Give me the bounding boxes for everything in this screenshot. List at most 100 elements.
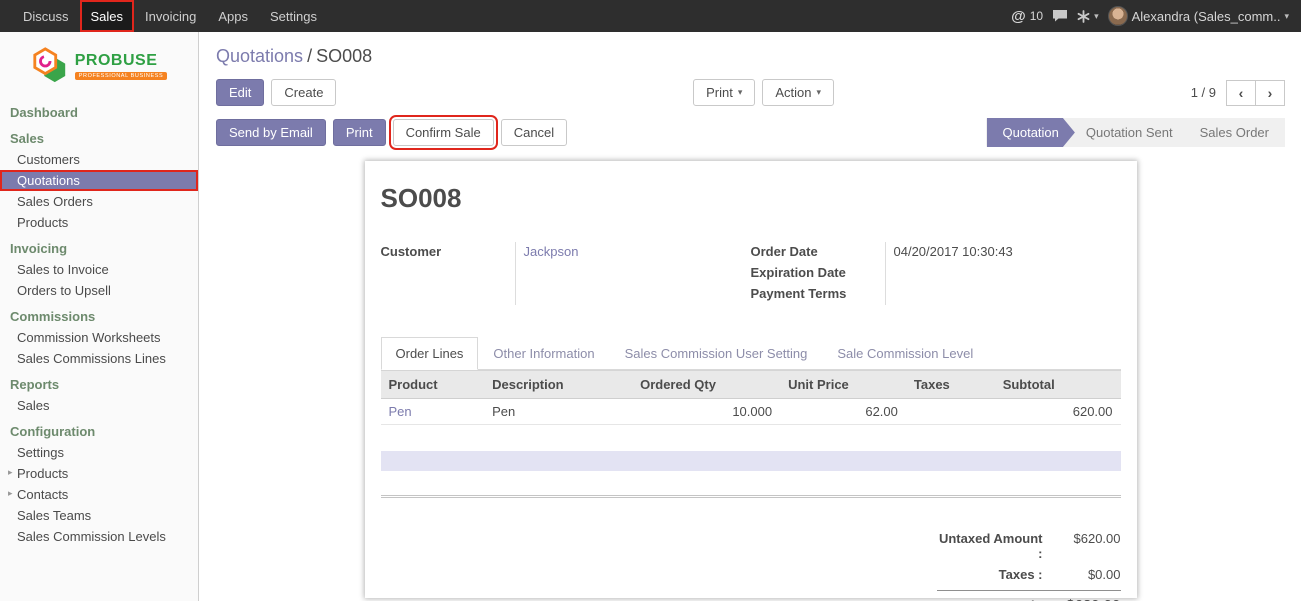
- status-step-quotation-sent[interactable]: Quotation Sent: [1062, 118, 1189, 147]
- col-header-ordered-qty: Ordered Qty: [632, 371, 780, 399]
- status-step-sales-order[interactable]: Sales Order: [1176, 118, 1285, 147]
- total-row: Total : $620.00: [937, 594, 1121, 601]
- nav-item-discuss[interactable]: Discuss: [12, 0, 80, 32]
- sidebar-item-quotations[interactable]: Quotations: [0, 170, 198, 191]
- field-groups: Customer Jackpson Order Date 04/20/2017 …: [381, 242, 1121, 305]
- col-header-subtotal: Subtotal: [995, 371, 1121, 399]
- tab-sales-commission-user-setting[interactable]: Sales Commission User Setting: [610, 337, 823, 370]
- sidebar-section-dashboard: Dashboard: [0, 102, 198, 123]
- top-navbar: Discuss Sales Invoicing Apps Settings @ …: [0, 0, 1301, 32]
- sidebar-item-commission-worksheets[interactable]: Commission Worksheets: [0, 327, 198, 348]
- sidebar-item-config-products[interactable]: ▸Products: [0, 463, 198, 484]
- print-quotation-button[interactable]: Print: [333, 119, 386, 146]
- order-date-value: 04/20/2017 10:30:43: [885, 242, 1121, 263]
- topnav-right-tools: @ 10 ▾ Alexandra: [1011, 0, 1301, 32]
- chevron-down-icon: ▾: [1284, 11, 1289, 22]
- pager-previous-button[interactable]: ‹: [1226, 80, 1256, 106]
- sidebar-item-sales-teams[interactable]: Sales Teams: [0, 505, 198, 526]
- sidebar-item-config-contacts[interactable]: ▸Contacts: [0, 484, 198, 505]
- cell-description[interactable]: Pen: [484, 399, 632, 425]
- sidebar-item-customers[interactable]: Customers: [0, 149, 198, 170]
- send-by-email-button[interactable]: Send by Email: [216, 119, 326, 146]
- sidebar-item-products[interactable]: Products: [0, 212, 198, 233]
- print-action-group: Print ▾ Action ▾: [693, 79, 834, 106]
- debug-menu[interactable]: ▾: [1077, 10, 1099, 23]
- taxes-row: Taxes : $0.00: [937, 564, 1121, 585]
- sidebar-item-reports-sales[interactable]: Sales: [0, 395, 198, 416]
- print-dropdown-label: Print: [706, 85, 733, 100]
- form-sheet: SO008 Customer Jackpson Order Date 04/20…: [365, 161, 1137, 598]
- sidebar-item-sales-commission-levels[interactable]: Sales Commission Levels: [0, 526, 198, 547]
- messages-menu[interactable]: [1052, 9, 1068, 23]
- nav-item-settings[interactable]: Settings: [259, 0, 328, 32]
- sidebar-section-sales: Sales Customers Quotations Sales Orders …: [0, 128, 198, 233]
- cell-taxes[interactable]: [906, 399, 995, 425]
- order-lines-table: Product Description Ordered Qty Unit Pri…: [381, 370, 1121, 425]
- workflow-buttons: Send by Email Print Confirm Sale Cancel: [216, 119, 567, 146]
- tab-order-lines[interactable]: Order Lines: [381, 337, 479, 370]
- order-line-row[interactable]: Pen Pen 10.000 62.00 620.00: [381, 399, 1121, 425]
- create-button[interactable]: Create: [271, 79, 336, 106]
- pager-text: 1 / 9: [1191, 85, 1216, 100]
- pager: 1 / 9 ‹ ›: [1191, 80, 1285, 106]
- document-title: SO008: [381, 183, 1121, 214]
- status-step-quotation[interactable]: Quotation: [987, 118, 1075, 147]
- main-content: Quotations/SO008 Edit Create Print ▾ Act…: [200, 32, 1301, 601]
- debug-star-icon: [1077, 10, 1090, 23]
- logo-subtitle: PROFESSIONAL BUSINESS: [75, 72, 168, 80]
- user-name: Alexandra (Sales_comm..: [1132, 9, 1281, 24]
- sidebar-heading-configuration[interactable]: Configuration: [0, 421, 198, 442]
- chat-bubble-icon: [1052, 9, 1068, 23]
- pager-next-button[interactable]: ›: [1255, 80, 1285, 106]
- sidebar-item-config-settings[interactable]: Settings: [0, 442, 198, 463]
- sidebar-item-sales-to-invoice[interactable]: Sales to Invoice: [0, 259, 198, 280]
- activity-at-icon: @: [1011, 8, 1026, 25]
- payment-terms-value: [885, 284, 1121, 305]
- sidebar: PROBUSE PROFESSIONAL BUSINESS Dashboard …: [0, 32, 199, 601]
- tab-sale-commission-level[interactable]: Sale Commission Level: [822, 337, 988, 370]
- sidebar-heading-reports[interactable]: Reports: [0, 374, 198, 395]
- edit-button[interactable]: Edit: [216, 79, 264, 106]
- user-menu[interactable]: Alexandra (Sales_comm.. ▾: [1108, 6, 1289, 26]
- sidebar-heading-commissions[interactable]: Commissions: [0, 306, 198, 327]
- nav-item-sales[interactable]: Sales: [80, 0, 135, 32]
- taxes-value: $0.00: [1043, 567, 1121, 582]
- nav-item-apps[interactable]: Apps: [207, 0, 259, 32]
- sidebar-heading-invoicing[interactable]: Invoicing: [0, 238, 198, 259]
- sidebar-item-sales-orders[interactable]: Sales Orders: [0, 191, 198, 212]
- avatar: [1108, 6, 1128, 26]
- sidebar-item-orders-to-upsell[interactable]: Orders to Upsell: [0, 280, 198, 301]
- cell-ordered-qty[interactable]: 10.000: [632, 399, 780, 425]
- sidebar-item-dashboard[interactable]: Dashboard: [0, 102, 198, 123]
- sidebar-heading-sales[interactable]: Sales: [0, 128, 198, 149]
- print-dropdown-button[interactable]: Print ▾: [693, 79, 755, 106]
- sidebar-section-commissions: Commissions Commission Worksheets Sales …: [0, 306, 198, 369]
- chevron-down-icon: ▾: [1094, 11, 1099, 22]
- cell-unit-price[interactable]: 62.00: [780, 399, 906, 425]
- breadcrumb-parent-link[interactable]: Quotations: [216, 46, 303, 66]
- customer-value: Jackpson: [515, 242, 751, 305]
- total-value: $620.00: [1043, 597, 1121, 601]
- activities-menu[interactable]: @ 10: [1011, 8, 1043, 25]
- breadcrumb: Quotations/SO008: [216, 46, 1285, 67]
- action-button-bar: Send by Email Print Confirm Sale Cancel …: [216, 118, 1285, 147]
- app-window: Discuss Sales Invoicing Apps Settings @ …: [0, 0, 1301, 601]
- sidebar-section-invoicing: Invoicing Sales to Invoice Orders to Ups…: [0, 238, 198, 301]
- nav-item-invoicing[interactable]: Invoicing: [134, 0, 207, 32]
- action-dropdown-button[interactable]: Action ▾: [762, 79, 834, 106]
- tab-other-information[interactable]: Other Information: [478, 337, 609, 370]
- confirm-sale-button[interactable]: Confirm Sale: [393, 119, 494, 146]
- cell-product[interactable]: Pen: [381, 399, 485, 425]
- sidebar-section-reports: Reports Sales: [0, 374, 198, 416]
- sidebar-item-sales-commissions-lines[interactable]: Sales Commissions Lines: [0, 348, 198, 369]
- probuse-logo-icon: [31, 46, 69, 86]
- empty-line-row[interactable]: [381, 451, 1121, 471]
- control-panel-row: Edit Create Print ▾ Action ▾ 1 / 9 ‹ ›: [216, 79, 1285, 106]
- edit-create-group: Edit Create: [216, 79, 336, 106]
- customer-link[interactable]: Jackpson: [524, 244, 579, 259]
- cancel-button[interactable]: Cancel: [501, 119, 567, 146]
- left-field-group: Customer Jackpson: [381, 242, 751, 305]
- col-header-unit-price: Unit Price: [780, 371, 906, 399]
- sidebar-item-label: Products: [17, 466, 68, 481]
- cell-subtotal[interactable]: 620.00: [995, 399, 1121, 425]
